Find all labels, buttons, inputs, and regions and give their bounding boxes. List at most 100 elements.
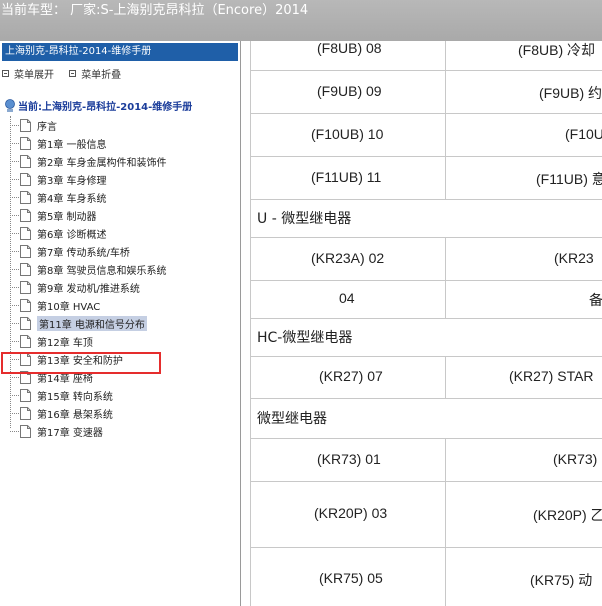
table-rule — [250, 481, 602, 482]
expand-icon — [2, 70, 9, 77]
table-column-divider — [445, 356, 446, 398]
table-cell-code: (F10UB) 10 — [311, 125, 384, 142]
table-cell-description: (KR73) — [553, 450, 598, 467]
table-cell-code: (KR75) 05 — [319, 570, 383, 586]
table-column-divider — [445, 481, 446, 547]
section-heading: U - 微型继电器 — [257, 211, 352, 227]
menu-toolbar: 菜单展开 菜单折叠 — [2, 66, 133, 81]
document-icon — [20, 226, 31, 240]
tree-item-label: 第16章 悬架系统 — [37, 409, 113, 421]
table-cell-description: (F9UB) 约 — [539, 84, 602, 101]
tree-branch — [10, 124, 19, 126]
document-icon — [20, 406, 31, 420]
tree-item-label: 第1章 一般信息 — [37, 139, 107, 151]
tree-item[interactable]: 第5章 制动器 — [10, 206, 97, 224]
collapse-label: 菜单折叠 — [81, 70, 122, 81]
tree-item-label: 第15章 转向系统 — [37, 391, 113, 403]
content-pane: (F8UB) 08 (F8UB) 冷却 (F9UB) 09 (F9UB) 约 (F10U… — [241, 41, 602, 606]
document-icon — [20, 154, 31, 168]
table-rule — [250, 70, 602, 71]
table-cell-code: (F8UB) 08 — [317, 41, 382, 56]
tree-item-label: 第7章 传动系统/车桥 — [37, 247, 130, 259]
tree-item[interactable]: 第8章 驾驶员信息和娱乐系统 — [10, 260, 167, 278]
tree-branch — [10, 430, 19, 432]
collapse-icon — [69, 70, 77, 77]
table-cell-code: (KR27) 07 — [319, 368, 383, 384]
tree-item[interactable]: 第7章 传动系统/车桥 — [10, 242, 130, 260]
tree-branch — [10, 196, 19, 198]
document-icon — [20, 316, 31, 330]
tree-item-label: 序言 — [37, 121, 57, 133]
table-cell-description: 备 — [589, 292, 602, 308]
document-icon — [20, 262, 31, 276]
table-column-divider — [445, 70, 446, 113]
tree-item[interactable]: 第10章 HVAC — [10, 296, 100, 314]
table-left-border — [250, 41, 251, 606]
document-icon — [20, 136, 31, 150]
document-icon — [20, 172, 31, 186]
section-heading: 微型继电器 — [257, 411, 327, 427]
tree-root-label: 当前:上海别克-昂科拉-2014-维修手册 — [18, 102, 193, 113]
table-rule — [250, 280, 602, 281]
table-rule — [250, 398, 602, 399]
tree-item-label: 第17章 变速器 — [37, 427, 103, 439]
tree-item-label: 第6章 诊断概述 — [37, 229, 107, 241]
expand-label: 菜单展开 — [14, 70, 54, 81]
tree-item[interactable]: 第4章 车身系统 — [10, 188, 107, 206]
tree-item[interactable]: 第12章 车顶 — [10, 332, 93, 350]
tree-branch — [10, 412, 19, 414]
tree-branch — [10, 340, 19, 342]
tree-item-label: 第2章 车身金属构件和装饰件 — [37, 157, 167, 169]
tree-root[interactable]: 当前:上海别克-昂科拉-2014-维修手册 — [4, 98, 192, 113]
table-rule — [250, 356, 602, 357]
table-cell-code: (F9UB) 09 — [317, 82, 382, 99]
tree-item[interactable]: 第6章 诊断概述 — [10, 224, 107, 242]
tree-item[interactable]: 第3章 车身修理 — [10, 170, 107, 188]
window-title: 当前车型： 厂家:S-上海别克昂科拉（Encore）2014 — [1, 3, 309, 18]
tree-item[interactable]: 第17章 变速器 — [10, 422, 103, 440]
tree-item-label: 第10章 HVAC — [37, 301, 101, 313]
sidebar: 上海别克-昂科拉-2014-维修手册 菜单展开 菜单折叠 当前:上海别克-昂科拉… — [0, 41, 241, 606]
tree-item-label: 第12章 车顶 — [37, 337, 93, 349]
tree-branch — [10, 376, 19, 378]
tree-branch — [10, 142, 19, 144]
table-cell-description: (F11UB) 意 — [536, 170, 602, 187]
table-column-divider — [445, 547, 446, 606]
table-rule — [250, 199, 602, 200]
tree-branch — [10, 250, 19, 252]
document-icon — [20, 244, 31, 258]
table-cell-code: (F11UB) 11 — [311, 168, 382, 185]
tree-branch — [10, 232, 19, 234]
table-cell-description: (F10U — [565, 125, 602, 142]
section-heading: HC-微型继电器 — [257, 330, 353, 346]
tree-item[interactable]: 第2章 车身金属构件和装饰件 — [10, 152, 167, 170]
table-rule — [250, 156, 602, 157]
table-cell-code: (KR20P) 03 — [314, 505, 388, 521]
title-bar: 当前车型： 厂家:S-上海别克昂科拉（Encore）2014 — [0, 0, 602, 41]
tree-branch — [10, 394, 19, 396]
table-column-divider — [445, 237, 446, 280]
tree-item-label: 第5章 制动器 — [37, 211, 97, 223]
tree-item[interactable]: 第9章 发动机/推进系统 — [10, 278, 140, 296]
table-cell-description: (KR27) STAR — [509, 368, 594, 384]
table-rule — [250, 318, 602, 319]
document-icon — [20, 334, 31, 348]
manual-title[interactable]: 上海别克-昂科拉-2014-维修手册 — [2, 43, 238, 61]
table-column-divider — [445, 438, 446, 481]
tree-item[interactable]: 第16章 悬架系统 — [10, 404, 113, 422]
table-rule — [250, 438, 602, 439]
tree-item[interactable]: 第15章 转向系统 — [10, 386, 113, 404]
tree-item[interactable]: 序言 — [10, 116, 57, 134]
tree-item[interactable]: 第1章 一般信息 — [10, 134, 107, 152]
collapse-menu-button[interactable]: 菜单折叠 — [69, 66, 121, 81]
tree-branch — [10, 214, 19, 216]
tree-item-label: 第9章 发动机/推进系统 — [37, 283, 140, 295]
table-cell-description: (F8UB) 冷却 — [518, 41, 595, 58]
globe-person-icon — [5, 98, 15, 112]
tree-item-label: 第11章 电源和信号分布 — [37, 315, 147, 331]
expand-menu-button[interactable]: 菜单展开 — [2, 66, 54, 81]
tree-item[interactable]: 第11章 电源和信号分布 — [10, 314, 147, 332]
table-column-divider — [445, 41, 446, 70]
table-cell-code: 04 — [339, 290, 355, 306]
document-icon — [20, 118, 31, 132]
